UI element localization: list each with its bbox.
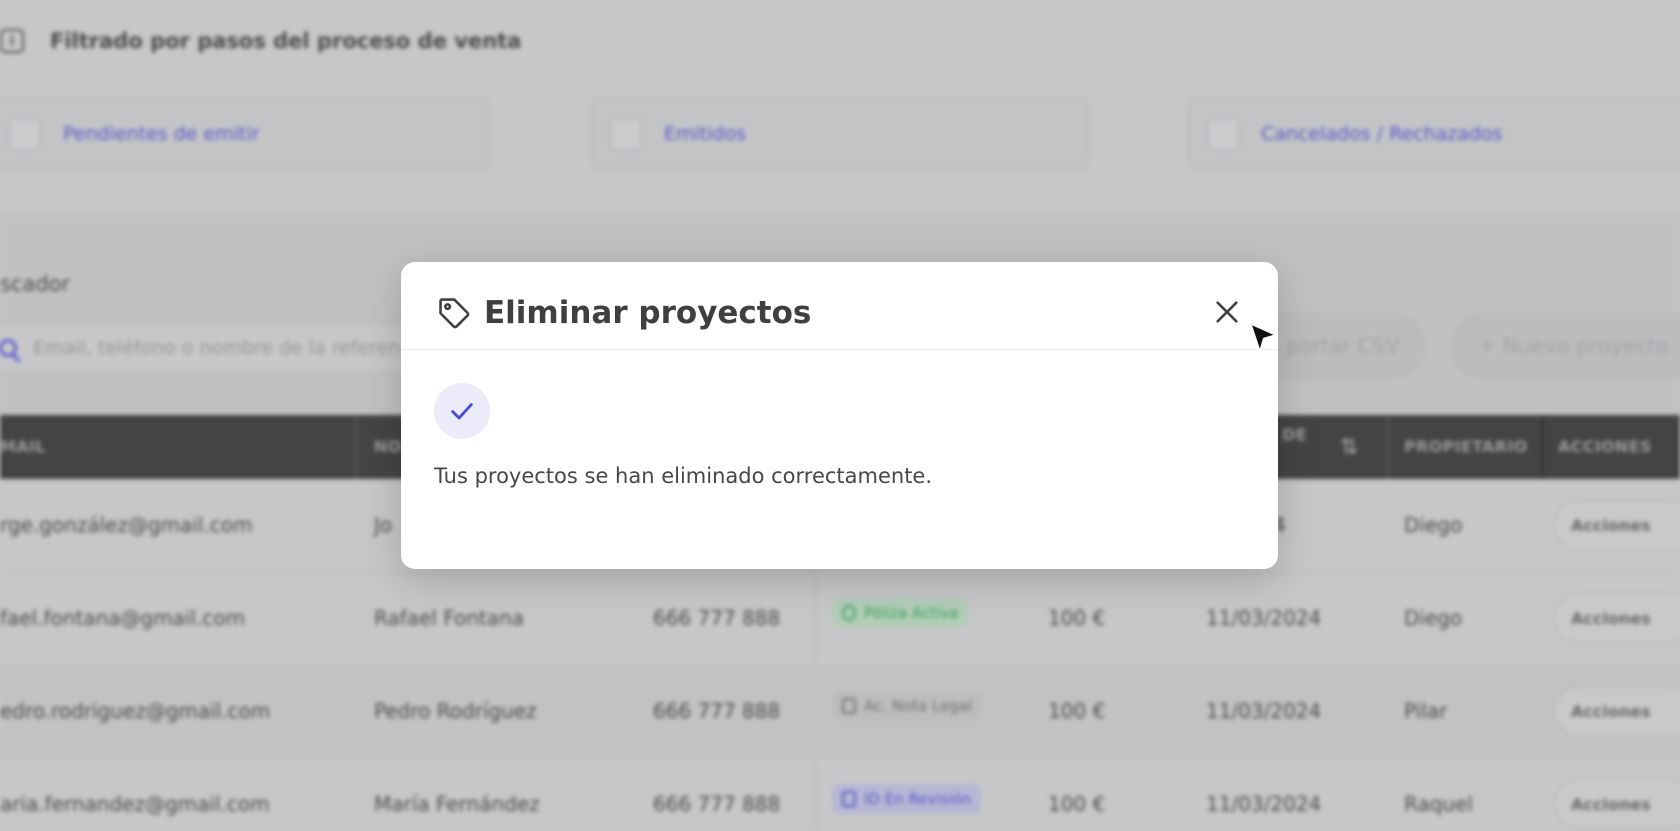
column-header-email: MAIL (0, 437, 46, 456)
column-header-actions: ACCIONES (1558, 437, 1652, 456)
search-placeholder: Email, teléfono o nombre de la referen (33, 337, 401, 359)
step-filter-issued[interactable]: Emitidos (591, 98, 1089, 170)
cell-owner: Raquel (1404, 792, 1473, 816)
actions-button[interactable]: Acciones (1554, 686, 1680, 736)
mouse-cursor-icon (1248, 321, 1279, 355)
cell-email: fael.fontana@gmail.com (0, 606, 246, 630)
success-message: Tus proyectos se han eliminado correctam… (434, 464, 933, 488)
cell-email: edro.rodriguez@gmail.com (0, 699, 271, 723)
cell-name: Rafael Fontana (374, 606, 524, 630)
search-label: scador (0, 272, 71, 296)
delete-projects-modal: Eliminar proyectos Tus proyectos se han … (401, 262, 1278, 569)
status-badge: Póliza Activa (832, 598, 969, 628)
column-header-date: DE (1282, 425, 1307, 444)
cell-date: 11/03/2024 (1206, 792, 1322, 816)
cell-email: rge.gonzález@gmail.com (0, 513, 253, 537)
cell-amount: 100 € (1048, 606, 1106, 630)
step-filter-pending[interactable]: Pendientes de emitir (0, 98, 490, 170)
step-label: Cancelados / Rechazados (1261, 123, 1503, 145)
cell-amount: 100 € (1048, 699, 1106, 723)
cell-name: Jo (374, 513, 393, 537)
search-icon (0, 339, 17, 357)
step-checkbox[interactable] (1207, 118, 1239, 150)
step-label: Pendientes de emitir (63, 123, 260, 145)
table-row[interactable]: aria.fernandez@gmail.com María Fernández… (0, 759, 1680, 831)
filter-title: Filtrado por pasos del proceso de venta (50, 29, 522, 53)
cell-phone: 666 777 888 (653, 699, 781, 723)
id-document-icon (842, 791, 856, 807)
cell-phone: 666 777 888 (653, 606, 781, 630)
search-input[interactable]: Email, teléfono o nombre de la referen (0, 323, 420, 373)
step-checkbox[interactable] (610, 118, 642, 150)
column-header-name: NO (374, 437, 402, 456)
success-indicator (434, 383, 490, 439)
step-label: Emitidos (664, 123, 747, 145)
actions-button[interactable]: Acciones (1554, 779, 1680, 829)
cell-phone: 666 777 888 (653, 792, 781, 816)
modal-title: Eliminar proyectos (484, 295, 812, 331)
check-icon (451, 403, 473, 420)
actions-button[interactable]: Acciones (1554, 500, 1680, 550)
status-badge: ID En Revisión (832, 784, 982, 814)
column-header-owner: PROPIETARIO (1404, 437, 1528, 456)
close-icon[interactable] (1213, 298, 1241, 326)
tag-icon (439, 298, 470, 329)
step-checkbox[interactable] (9, 118, 41, 150)
shield-icon (842, 605, 856, 621)
document-icon (842, 698, 856, 714)
cell-amount: 100 € (1048, 792, 1106, 816)
cell-owner: Diego (1404, 513, 1463, 537)
sort-icon[interactable]: ⇅ (1340, 435, 1358, 460)
cell-name: Pedro Rodríguez (374, 699, 537, 723)
cell-owner: Pilar (1404, 699, 1448, 723)
info-icon: i (0, 29, 24, 53)
status-badge: Ac. Nota Legal (832, 691, 983, 721)
modal-header: Eliminar proyectos (401, 262, 1278, 350)
step-filter-cancelled[interactable]: Cancelados / Rechazados (1188, 98, 1680, 170)
cell-date: 11/03/2024 (1206, 606, 1322, 630)
table-row[interactable]: edro.rodriguez@gmail.com Pedro Rodríguez… (0, 666, 1680, 759)
cell-owner: Diego (1404, 606, 1463, 630)
cell-date: 11/03/2024 (1206, 699, 1322, 723)
cell-name: María Fernández (374, 792, 540, 816)
new-project-button[interactable]: + Nuevo proyecto (1450, 312, 1680, 380)
actions-button[interactable]: Acciones (1554, 593, 1680, 643)
table-row[interactable]: fael.fontana@gmail.com Rafael Fontana 66… (0, 573, 1680, 666)
cell-email: aria.fernandez@gmail.com (0, 792, 270, 816)
filter-section-header: i Filtrado por pasos del proceso de vent… (0, 26, 521, 56)
